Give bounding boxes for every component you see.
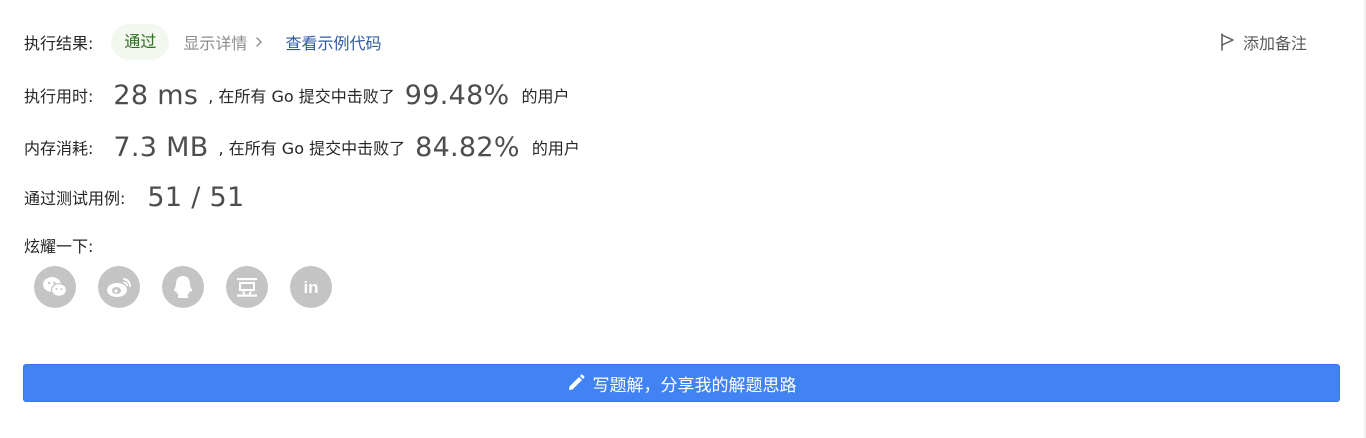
weibo-icon	[107, 278, 132, 297]
memory-label: 内存消耗:	[24, 139, 94, 158]
tests-row: 通过测试用例: 51 / 51	[24, 179, 244, 215]
share-weibo-button[interactable]	[98, 266, 140, 308]
linkedin-text: in	[303, 278, 318, 297]
memory-value: 7.3 MB	[113, 131, 209, 163]
share-qq-button[interactable]	[162, 266, 204, 308]
memory-row: 内存消耗: 7.3 MB , 在所有 Go 提交中击败了 84.82% 的用户	[24, 128, 580, 166]
tests-value: 51 / 51	[147, 181, 245, 213]
share-icons: in	[34, 266, 354, 308]
share-linkedin-button[interactable]: in	[290, 266, 332, 308]
write-solution-label: 写题解，分享我的解题思路	[592, 375, 797, 396]
share-label: 炫耀一下:	[24, 237, 94, 256]
wechat-icon	[43, 277, 68, 297]
share-wechat-button[interactable]	[34, 266, 76, 308]
runtime-beat-text: , 在所有 Go 提交中击败了	[208, 87, 395, 106]
add-note-button[interactable]: 添加备注	[1220, 30, 1307, 54]
memory-beat-text: , 在所有 Go 提交中击败了	[218, 139, 406, 158]
submission-result-panel: 执行结果: 通过 显示详情 查看示例代码 添加备注 执行用时: 28 ms , …	[0, 0, 1366, 438]
share-douban-button[interactable]	[226, 266, 268, 308]
write-solution-button[interactable]: 写题解，分享我的解题思路	[23, 364, 1340, 402]
memory-suffix: 的用户	[531, 139, 580, 158]
pencil-icon	[568, 374, 584, 390]
runtime-percent: 99.48%	[404, 79, 510, 111]
flag-icon	[1221, 33, 1234, 51]
tests-label: 通过测试用例:	[24, 189, 126, 208]
runtime-row: 执行用时: 28 ms , 在所有 Go 提交中击败了 99.48% 的用户	[24, 76, 570, 114]
memory-percent: 84.82%	[415, 131, 520, 163]
linkedin-icon: in	[303, 278, 318, 297]
runtime-value: 28 ms	[113, 79, 199, 111]
add-note-label: 添加备注	[1243, 34, 1308, 53]
chevron-right-icon	[256, 37, 263, 47]
show-details-link[interactable]: 显示详情	[183, 30, 265, 54]
qq-icon	[173, 276, 193, 298]
douban-icon	[237, 278, 257, 297]
status-badge: 通过	[111, 24, 170, 60]
share-row: 炫耀一下:	[24, 233, 93, 257]
result-row: 执行结果: 通过 显示详情 查看示例代码	[24, 24, 381, 60]
runtime-label: 执行用时:	[24, 87, 94, 106]
runtime-suffix: 的用户	[521, 87, 570, 106]
result-label: 执行结果:	[24, 34, 94, 53]
view-example-code-link[interactable]: 查看示例代码	[285, 30, 381, 54]
show-details-label: 显示详情	[183, 34, 248, 53]
